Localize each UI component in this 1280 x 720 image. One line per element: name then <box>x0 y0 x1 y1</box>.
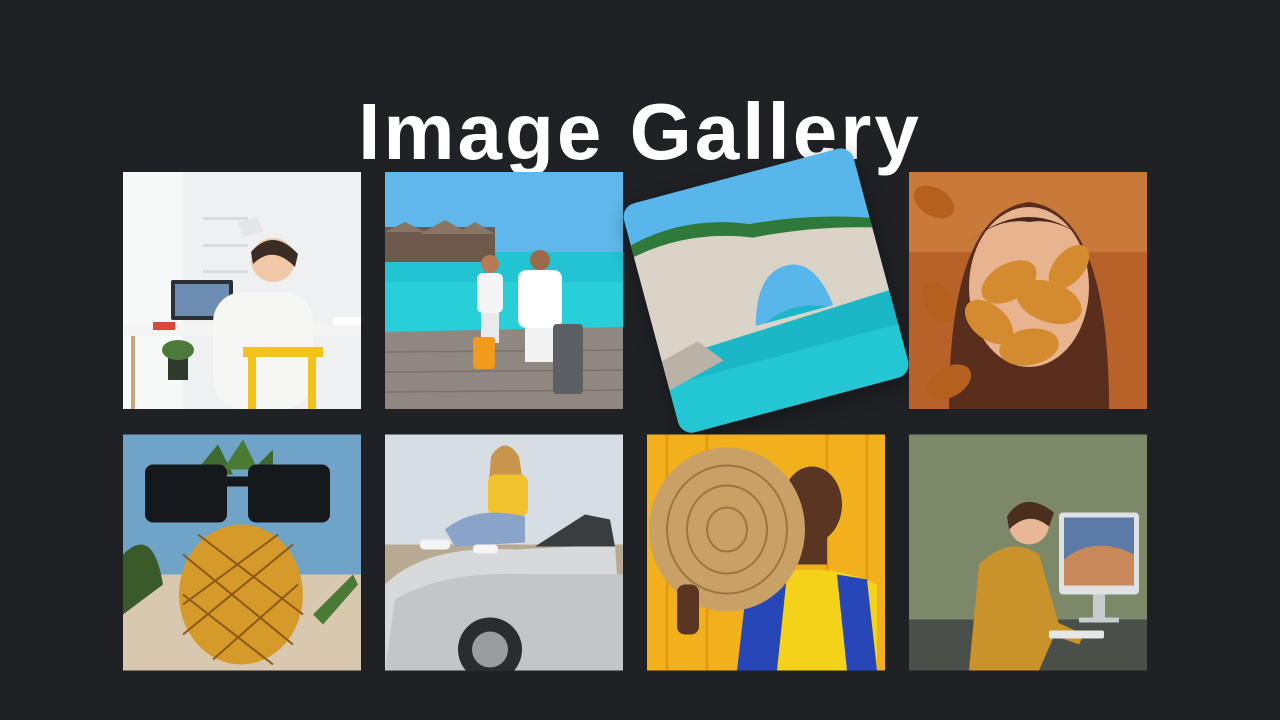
workspace-photo <box>123 172 361 409</box>
sea-arch-photo <box>620 145 912 436</box>
image-grid <box>123 145 1147 671</box>
gallery-page: Image Gallery <box>0 0 1280 720</box>
convertible-photo <box>385 434 623 671</box>
gallery-image-straw-hat[interactable] <box>647 434 885 671</box>
pineapple-photo <box>123 434 361 671</box>
gallery-image-designer[interactable] <box>909 434 1147 671</box>
straw-hat-photo <box>647 434 885 671</box>
autumn-leaves-photo <box>909 172 1147 409</box>
page-title: Image Gallery <box>358 86 922 176</box>
gallery-image-pineapple[interactable] <box>123 434 361 671</box>
gallery-image-sea-arch[interactable] <box>620 145 912 436</box>
gallery-image-workspace[interactable] <box>123 172 361 409</box>
gallery-image-autumn-leaves[interactable] <box>909 172 1147 409</box>
beach-couple-photo <box>385 172 623 409</box>
designer-photo <box>909 434 1147 671</box>
gallery-image-convertible[interactable] <box>385 434 623 671</box>
gallery-image-beach-couple[interactable] <box>385 172 623 409</box>
